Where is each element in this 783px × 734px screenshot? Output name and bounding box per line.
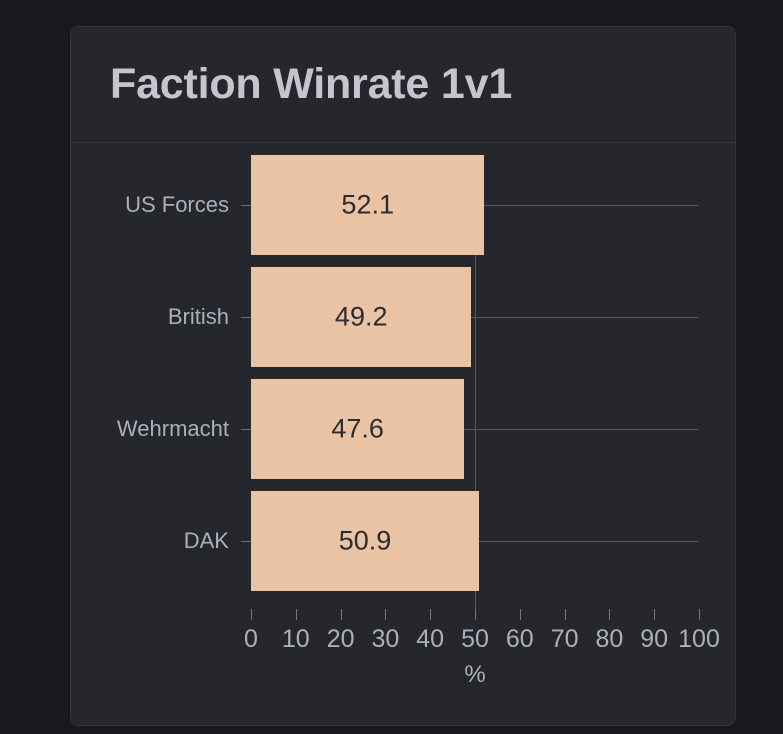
x-axis-tick [251,609,252,620]
bar-value-label: 47.6 [331,413,384,444]
x-axis-label: 30 [371,625,400,653]
x-axis-label: 40 [416,625,445,653]
x-axis-label: 100 [678,625,720,653]
y-axis-label-wehrmacht: Wehrmacht [116,416,229,441]
x-axis-tick [475,609,476,620]
x-axis-label: 90 [640,625,669,653]
x-axis-tick [564,609,566,620]
y-axis-label-us-forces: US Forces [125,192,229,217]
y-axis-label-dak: DAK [183,528,229,553]
bar-dak[interactable]: 50.9 [251,491,480,591]
y-axis-label-british: British [167,304,229,329]
x-axis-label: 20 [326,625,355,653]
x-axis-label: 0 [244,625,258,653]
x-axis-tick [295,609,297,620]
bar-us-forces[interactable]: 52.1 [251,155,485,255]
bar-value-label: 50.9 [338,525,392,556]
chart-card: Faction Winrate 1v1 52.1 49.2 47.6 50.9 US … [70,26,736,726]
x-axis-label: 10 [281,625,310,653]
bar-value-label: 52.1 [341,189,394,220]
y-axis-tick [241,541,251,542]
chart-plot-area: 52.1 49.2 47.6 50.9 US Forces British Wehrmac… [71,143,735,725]
x-axis-title: % [464,661,486,688]
x-axis-label: 60 [505,625,534,653]
x-axis-tick [699,609,700,620]
y-axis-tick [241,317,251,318]
x-axis-label: 70 [550,625,579,653]
bar-value-label: 49.2 [334,301,388,332]
card-header: Faction Winrate 1v1 [71,27,735,143]
x-axis-tick [430,609,432,620]
x-axis-tick [654,609,656,620]
y-axis-tick [241,205,251,206]
bar-british[interactable]: 49.2 [251,267,472,367]
x-axis-tick [385,609,387,620]
x-axis-tick [519,609,521,620]
x-axis-label: 50 [461,625,489,653]
x-axis-label: 80 [595,625,624,653]
y-axis-tick [241,429,251,430]
bar-wehrmacht[interactable]: 47.6 [251,379,465,479]
x-axis-tick [340,609,342,620]
page-title: Faction Winrate 1v1 [110,60,513,108]
x-axis-tick [609,609,611,620]
